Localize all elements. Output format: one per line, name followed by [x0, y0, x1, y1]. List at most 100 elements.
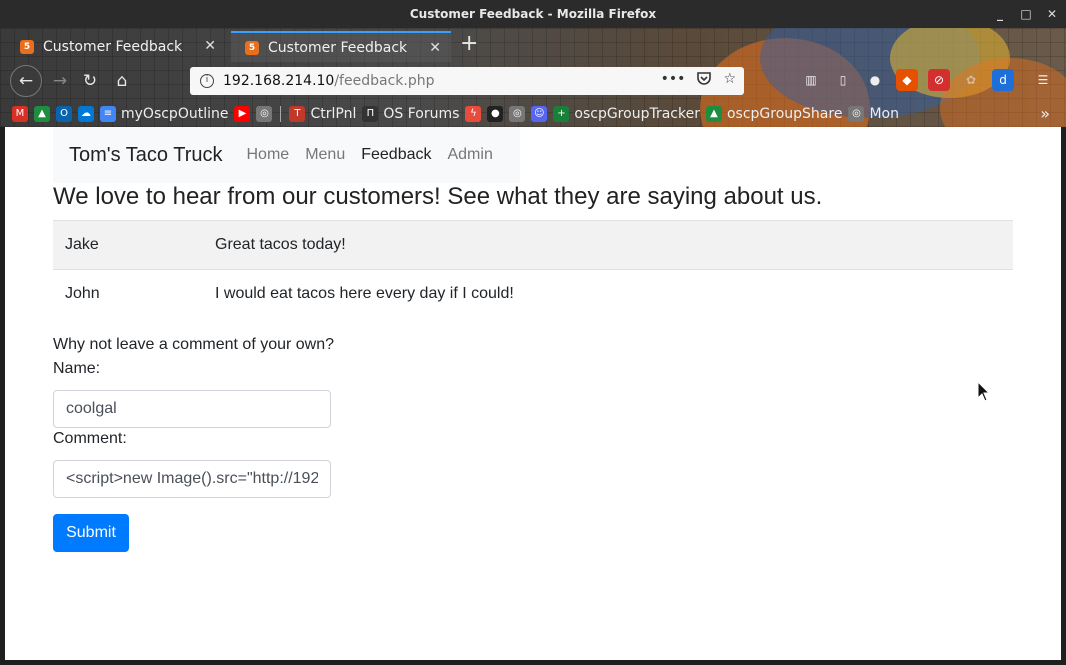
bookmark-oscpgroupshare[interactable]: ▲ oscpGroupShare — [705, 105, 843, 122]
menu-icon[interactable]: ☰ — [1032, 69, 1054, 91]
pocket-icon[interactable] — [697, 71, 712, 89]
forward-button[interactable]: → — [46, 67, 74, 95]
nav-link-admin[interactable]: Admin — [447, 146, 492, 164]
cookie-icon[interactable]: ✿ — [960, 69, 982, 91]
tab-label: Customer Feedback — [43, 38, 183, 55]
feedback-table: Jake Great tacos today! John I would eat… — [53, 220, 1013, 319]
bookmark-youtube[interactable]: ▶ — [234, 105, 251, 122]
bookmark-onedrive[interactable]: ☁ — [78, 105, 94, 122]
html-favicon-icon: 5 — [245, 40, 259, 55]
account-icon[interactable]: ● — [864, 69, 886, 91]
drive-icon: ▲ — [34, 105, 50, 122]
bookmark-label: oscpGroupTracker — [574, 105, 700, 122]
table-row: John I would eat tacos here every day if… — [53, 269, 1013, 319]
toolbar-icons: ▥ ▯ ● ◆ ⊘ ✿ d ☰ — [800, 69, 1054, 91]
bookmark-globe-2[interactable]: ◎ — [509, 105, 526, 122]
outlook-icon: O — [56, 105, 72, 122]
address-bar[interactable]: i 192.168.214.10/feedback.php ••• ☆ — [190, 67, 744, 95]
nav-link-feedback[interactable]: Feedback — [361, 146, 431, 164]
bookmark-globe[interactable]: ◎ — [256, 105, 273, 122]
sidebar-icon[interactable]: ▯ — [832, 69, 854, 91]
sheets-icon: + — [553, 105, 570, 122]
globe-icon: ◎ — [509, 105, 526, 122]
submit-button[interactable]: Submit — [53, 514, 129, 552]
blocker-icon[interactable]: ⊘ — [928, 69, 950, 91]
youtube-icon: ▶ — [234, 105, 251, 122]
bookmark-separator — [280, 105, 282, 122]
minimize-button[interactable]: _ — [994, 8, 1006, 20]
form-prompt: Why not leave a comment of your own? — [53, 336, 335, 353]
bookmark-drive[interactable]: ▲ — [34, 105, 50, 122]
bookmarks-overflow-button[interactable]: » — [1040, 104, 1050, 123]
bookmark-oscpgrouptracker[interactable]: + oscpGroupTracker — [553, 105, 700, 122]
page-actions-icon[interactable]: ••• — [661, 71, 686, 89]
browser-chrome: 5 Customer Feedback ✕ 5 Customer Feedbac… — [0, 28, 1066, 127]
feedback-name: John — [53, 269, 203, 319]
bookmark-mon[interactable]: ◎ Mon — [848, 105, 899, 122]
table-row: Jake Great tacos today! — [53, 220, 1013, 270]
drive-icon: ▲ — [705, 105, 722, 122]
url-actions: ••• ☆ — [661, 71, 736, 89]
new-tab-button[interactable]: + — [460, 32, 478, 56]
tab-label: Customer Feedback — [268, 39, 408, 56]
home-button[interactable]: ⌂ — [108, 67, 136, 95]
url-host: 192.168.214.10 — [223, 73, 335, 89]
window-controls: _ □ ✕ — [994, 0, 1058, 28]
maximize-button[interactable]: □ — [1020, 8, 1032, 20]
ctrlpnl-icon: T — [289, 105, 306, 122]
reload-button[interactable]: ↻ — [76, 67, 104, 95]
comment-input[interactable] — [53, 460, 331, 498]
tab-bar: 5 Customer Feedback ✕ 5 Customer Feedbac… — [0, 28, 1066, 62]
comment-label: Comment: — [53, 430, 127, 447]
library-icon[interactable]: ▥ — [800, 69, 822, 91]
back-button[interactable]: ← — [10, 65, 42, 97]
bookmark-discord[interactable]: ☺ — [531, 105, 548, 122]
globe-icon: ◎ — [848, 105, 865, 122]
bookmark-label: Mon — [869, 105, 899, 122]
page-headline: We love to hear from our customers! See … — [53, 183, 823, 210]
bolt-icon: ϟ — [465, 105, 482, 122]
feedback-comment: Great tacos today! — [203, 220, 1013, 270]
tab-customer-feedback-1[interactable]: 5 Customer Feedback ✕ — [6, 31, 226, 62]
url-path: /feedback.php — [334, 73, 435, 89]
bookmark-star-icon[interactable]: ☆ — [723, 71, 736, 89]
nav-link-menu[interactable]: Menu — [305, 146, 345, 164]
tab-customer-feedback-2[interactable]: 5 Customer Feedback ✕ — [231, 31, 451, 62]
navigation-toolbar: ← → ↻ ⌂ i 192.168.214.10/feedback.php ••… — [0, 62, 1066, 100]
github-icon: ● — [487, 105, 504, 122]
name-label: Name: — [53, 360, 101, 377]
onedrive-icon: ☁ — [78, 105, 94, 122]
feedback-comment: I would eat tacos here every day if I co… — [203, 269, 1013, 319]
close-tab-icon[interactable]: ✕ — [429, 40, 441, 56]
discord-icon: ☺ — [531, 105, 548, 122]
docs-icon: ≡ — [100, 105, 116, 122]
close-tab-icon[interactable]: ✕ — [204, 38, 216, 54]
bookmark-label: oscpGroupShare — [726, 105, 843, 122]
bookmark-github[interactable]: ● — [487, 105, 504, 122]
forums-icon: Π — [362, 105, 379, 122]
page-viewport: Tom's Taco Truck Home Menu Feedback Admi… — [5, 127, 1061, 660]
bookmark-label: myOscpOutline — [121, 105, 229, 122]
window-title: Customer Feedback - Mozilla Firefox — [409, 7, 657, 21]
site-info-icon[interactable]: i — [200, 74, 214, 88]
bookmark-outlook[interactable]: O — [56, 105, 72, 122]
bookmark-bolt[interactable]: ϟ — [465, 105, 482, 122]
site-brand[interactable]: Tom's Taco Truck — [69, 144, 223, 167]
bookmark-label: CtrlPnl — [310, 105, 357, 122]
bookmark-os-forums[interactable]: Π OS Forums — [362, 105, 460, 122]
bookmarks-toolbar: M ▲ O ☁ ≡ myOscpOutline ▶ ◎ T CtrlPnl Π OS … — [0, 100, 1066, 127]
feedback-name: Jake — [53, 220, 203, 270]
bookmark-gmail[interactable]: M — [12, 105, 28, 122]
extension-icon[interactable]: ◆ — [896, 69, 918, 91]
window-title-bar: Customer Feedback - Mozilla Firefox _ □ … — [0, 0, 1066, 28]
extension-blue-icon[interactable]: d — [992, 69, 1014, 91]
bookmark-ctrlpnl[interactable]: T CtrlPnl — [289, 105, 357, 122]
close-window-button[interactable]: ✕ — [1046, 8, 1058, 20]
nav-link-home[interactable]: Home — [247, 146, 290, 164]
name-input[interactable] — [53, 390, 331, 428]
bookmark-myoscpoutline[interactable]: ≡ myOscpOutline — [100, 105, 229, 122]
gmail-icon: M — [12, 105, 28, 122]
html-favicon-icon: 5 — [20, 39, 34, 54]
bookmark-label: OS Forums — [383, 105, 460, 122]
site-navbar: Tom's Taco Truck Home Menu Feedback Admi… — [53, 127, 520, 183]
